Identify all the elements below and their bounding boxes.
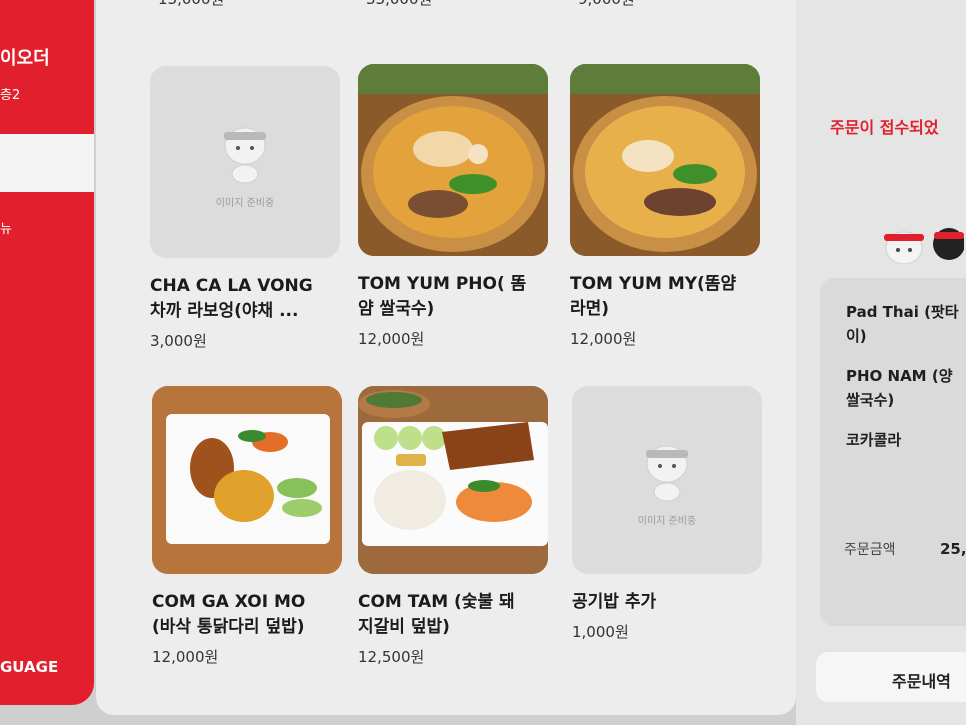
- menu-card-com-tam[interactable]: COM TAM (숯불 돼 지갈비 덮밥) 12,500원: [358, 386, 554, 667]
- mascot-icon: [884, 228, 964, 265]
- menu-item-name: COM TAM (숯불 돼 지갈비 덮밥): [358, 592, 515, 637]
- menu-card-tom-yum-my[interactable]: TOM YUM MY(똠얌 라면) 12,000원: [570, 64, 766, 349]
- menu-card-com-ga-xoi-mo[interactable]: COM GA XOI MO (바삭 통닭다리 덮밥) 12,000원: [152, 386, 348, 667]
- menu-item-name: COM GA XOI MO (바삭 통닭다리 덮밥): [152, 592, 306, 637]
- language-button[interactable]: GUAGE: [0, 658, 58, 676]
- sidebar-item-menu[interactable]: 뉴: [0, 218, 12, 237]
- menu-item-image: 이미지 준비중: [150, 66, 340, 258]
- mascot-icon: [224, 127, 266, 183]
- noodle-soup-icon: [358, 64, 548, 256]
- menu-item-price: 12,500원: [358, 648, 425, 666]
- menu-item-name: 공기밥 추가: [572, 592, 657, 612]
- menu-item-image: [570, 64, 760, 256]
- menu-item-price: 12,000원: [152, 648, 219, 666]
- order-total-label: 주문금액: [844, 542, 896, 558]
- order-item: Pad Thai (팟타 이): [846, 303, 959, 345]
- category-sidebar: 이오더 층2 뉴 GUAGE: [0, 0, 94, 705]
- mascot-icon: [646, 445, 688, 501]
- menu-item-price: 33,000원: [366, 0, 432, 9]
- menu-item-price: 9,000원: [578, 0, 635, 9]
- menu-item-name: CHA CA LA VONG 차까 라보엉(야채 ...: [150, 276, 313, 321]
- menu-card-tom-yum-pho[interactable]: TOM YUM PHO( 똠 얌 쌀국수) 12,000원: [358, 64, 554, 349]
- menu-panel: 13,000원 33,000원 9,000원 이미지 준비중 CHA CA LA…: [96, 0, 796, 715]
- order-panel: 주문이 접수되었 Pad Thai (팟타 이) PHO NAM (양 쌀국수)…: [796, 0, 966, 725]
- menu-item-price: 12,000원: [358, 330, 425, 348]
- order-status-text: 주문이 접수되었: [830, 118, 939, 137]
- pork-rice-plate-icon: [358, 386, 548, 574]
- menu-item-image: [358, 64, 548, 256]
- image-placeholder-text: 이미지 준비중: [637, 515, 697, 527]
- menu-item-price: 13,000원: [158, 0, 224, 9]
- image-placeholder-text: 이미지 준비중: [215, 197, 275, 209]
- menu-item-image: [358, 386, 548, 574]
- chicken-rice-plate-icon: [152, 386, 342, 574]
- table-number: 층2: [0, 88, 21, 103]
- menu-item-name: TOM YUM MY(똠얌 라면): [570, 274, 737, 319]
- menu-item-image: 이미지 준비중: [572, 386, 762, 574]
- sidebar-item-active[interactable]: [0, 134, 94, 192]
- menu-card-cha-ca-la-vong[interactable]: 이미지 준비중 CHA CA LA VONG 차까 라보엉(야채 ... 3,0…: [150, 66, 346, 351]
- menu-item-price: 1,000원: [572, 623, 629, 641]
- menu-card-extra-rice[interactable]: 이미지 준비중 공기밥 추가 1,000원: [572, 386, 768, 642]
- order-item: PHO NAM (양 쌀국수): [846, 367, 953, 409]
- order-history-button-label[interactable]: 주문내역: [892, 668, 951, 692]
- noodle-soup-icon: [570, 64, 760, 256]
- order-total-value: 25,: [940, 540, 966, 558]
- store-title: 이오더: [0, 48, 50, 69]
- menu-item-name: TOM YUM PHO( 똠 얌 쌀국수): [358, 274, 527, 319]
- menu-item-price: 12,000원: [570, 330, 637, 348]
- menu-item-price: 3,000원: [150, 332, 207, 350]
- menu-item-image: [152, 386, 342, 574]
- order-item: 코카콜라: [846, 431, 902, 449]
